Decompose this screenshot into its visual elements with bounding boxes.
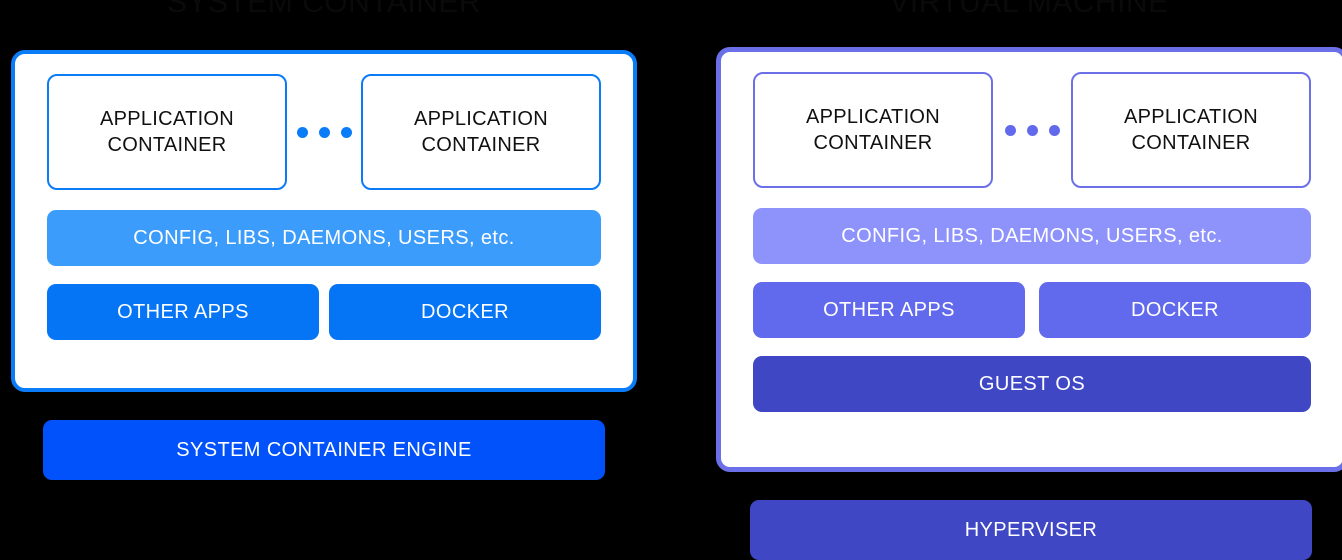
right-apps-row: OTHER APPS DOCKER	[753, 282, 1311, 338]
left-application-container-1: APPLICATION CONTAINER	[47, 74, 287, 190]
app-container-label-line2: CONTAINER	[421, 134, 541, 156]
dot-icon	[1048, 124, 1060, 136]
right-config-libs-daemons-users-bar: CONFIG, LIBS, DAEMONS, USERS, etc.	[753, 208, 1311, 264]
right-other-apps-bar: OTHER APPS	[753, 282, 1025, 338]
right-application-container-2: APPLICATION CONTAINER	[1071, 72, 1311, 188]
app-container-label-line2: CONTAINER	[107, 134, 227, 156]
left-config-libs-daemons-users-bar: CONFIG, LIBS, DAEMONS, USERS, etc.	[47, 210, 601, 266]
right-application-container-row: APPLICATION CONTAINER APPLICATION CONTAI…	[753, 72, 1311, 188]
system-container-panel: APPLICATION CONTAINER APPLICATION CONTAI…	[11, 50, 637, 392]
left-docker-bar: DOCKER	[329, 284, 601, 340]
left-other-apps-bar: OTHER APPS	[47, 284, 319, 340]
dot-icon	[318, 126, 330, 138]
app-container-label-line1: APPLICATION	[805, 106, 941, 128]
app-container-label-line1: APPLICATION	[99, 108, 235, 130]
app-container-label-line2: CONTAINER	[1131, 132, 1251, 154]
system-container-engine-bar: SYSTEM CONTAINER ENGINE	[43, 420, 605, 480]
dot-icon	[1004, 124, 1016, 136]
dot-icon	[296, 126, 308, 138]
right-docker-bar: DOCKER	[1039, 282, 1311, 338]
left-apps-row: OTHER APPS DOCKER	[47, 284, 601, 340]
right-application-container-1: APPLICATION CONTAINER	[753, 72, 993, 188]
hyperviser-bar: HYPERVISER	[750, 500, 1312, 560]
guest-os-bar: GUEST OS	[753, 356, 1311, 412]
left-application-container-2: APPLICATION CONTAINER	[361, 74, 601, 190]
left-application-container-row: APPLICATION CONTAINER APPLICATION CONTAI…	[47, 74, 601, 190]
left-panel-title: SYSTEM CONTAINER	[166, 0, 482, 19]
app-container-label-line1: APPLICATION	[413, 108, 549, 130]
left-ellipsis-icon	[296, 126, 352, 138]
app-container-label-line1: APPLICATION	[1123, 106, 1259, 128]
app-container-label-line2: CONTAINER	[813, 132, 933, 154]
diagram-canvas: SYSTEM CONTAINER APPLICATION CONTAINER A…	[0, 0, 1342, 560]
dot-icon	[340, 126, 352, 138]
right-panel-title: VIRTUAL MACHINE	[889, 0, 1169, 19]
dot-icon	[1026, 124, 1038, 136]
virtual-machine-panel: APPLICATION CONTAINER APPLICATION CONTAI…	[716, 47, 1342, 472]
right-ellipsis-icon	[1004, 124, 1060, 136]
